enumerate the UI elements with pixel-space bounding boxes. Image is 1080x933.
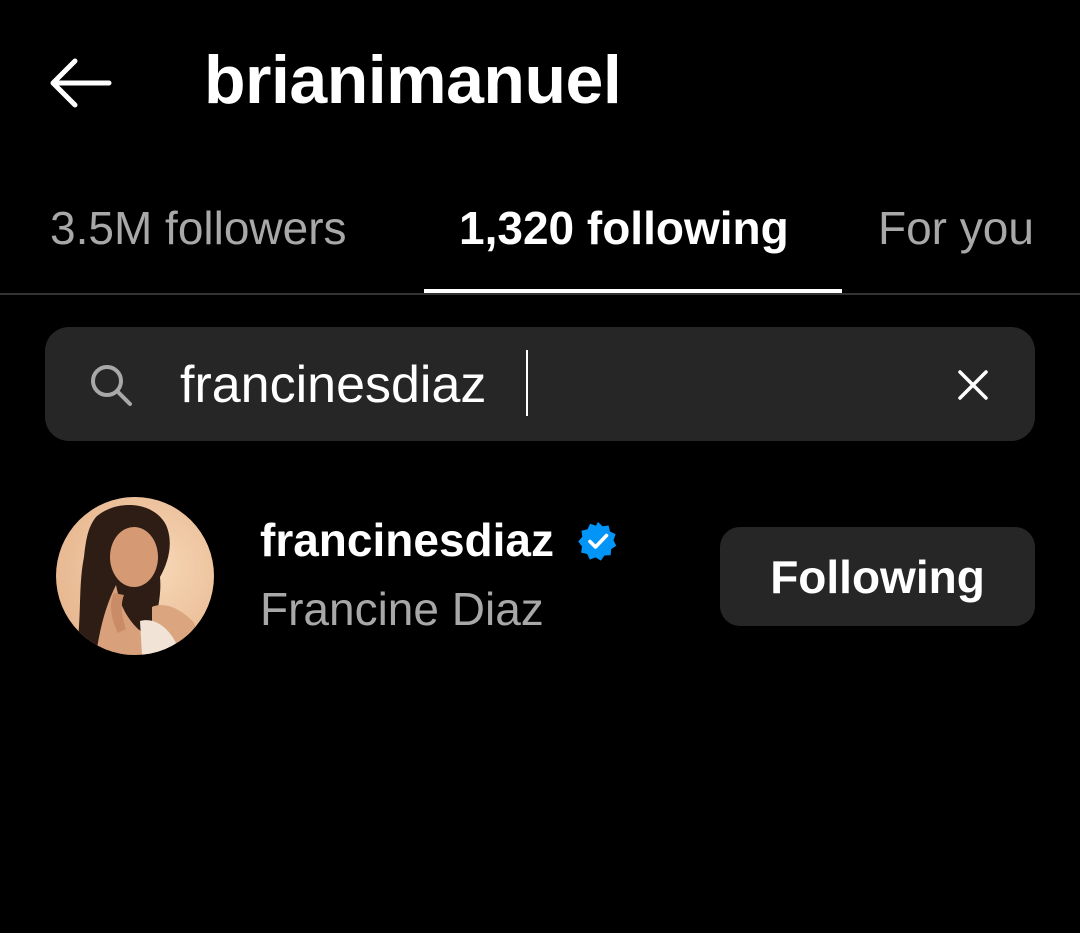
tab-bar: 3.5M followers 1,320 following For you	[0, 170, 1080, 296]
tab-followers[interactable]: 3.5M followers	[50, 200, 347, 256]
clear-search-button[interactable]	[948, 360, 998, 410]
tab-for-you[interactable]: For you	[878, 200, 1034, 256]
verified-badge-icon	[578, 522, 617, 561]
profile-photo	[56, 497, 214, 655]
search-icon	[91, 365, 132, 406]
tabs-divider	[0, 293, 1080, 295]
avatar[interactable]	[56, 497, 214, 655]
text-cursor	[526, 350, 528, 416]
tab-following[interactable]: 1,320 following	[459, 200, 789, 256]
top-bar: brianimanuel	[0, 0, 1080, 170]
result-username[interactable]: francinesdiaz	[260, 512, 554, 568]
page-title: brianimanuel	[204, 42, 622, 118]
back-button[interactable]	[40, 48, 120, 118]
result-full-name: Francine Diaz	[260, 583, 544, 635]
following-button[interactable]: Following	[720, 527, 1035, 626]
search-input[interactable]	[180, 354, 920, 416]
close-icon	[958, 370, 988, 400]
arrow-left-icon	[50, 58, 112, 108]
